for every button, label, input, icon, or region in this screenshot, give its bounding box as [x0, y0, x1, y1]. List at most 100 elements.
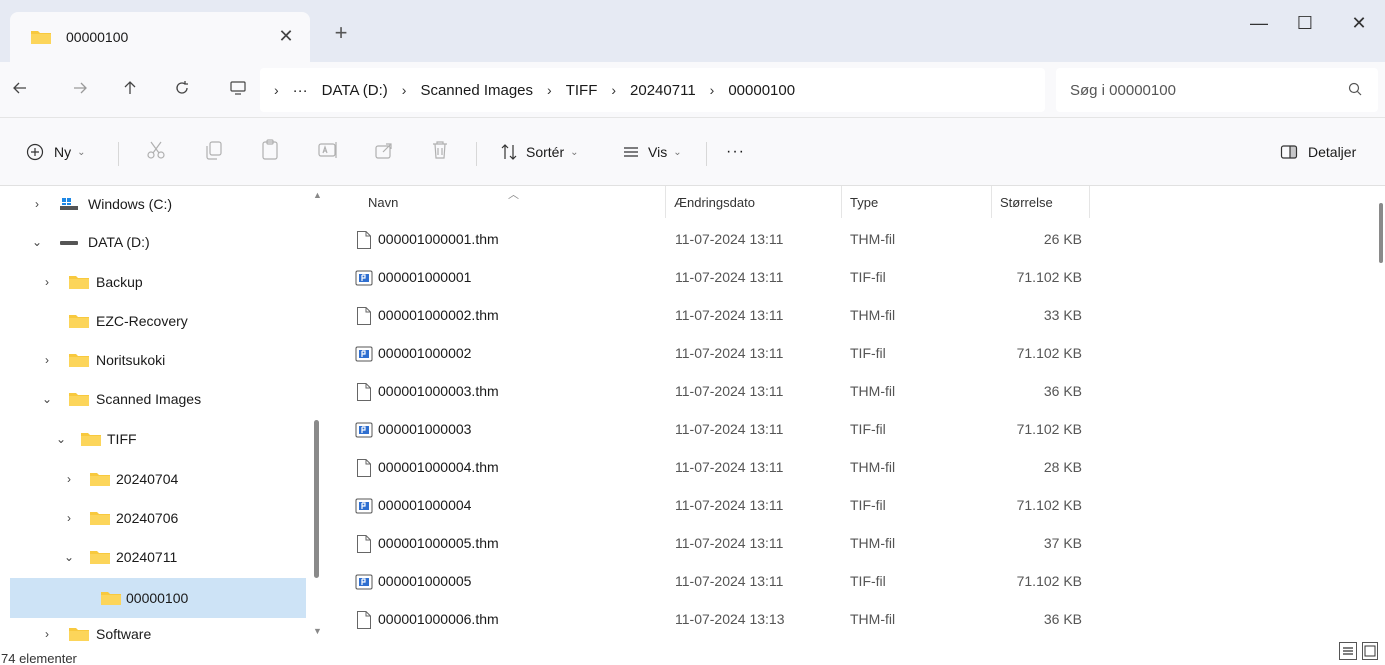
refresh-button[interactable] [166, 75, 198, 105]
maximize-button[interactable]: ☐ [1282, 8, 1328, 38]
chevron-right-icon[interactable]: › [40, 275, 54, 289]
chevron-down-icon[interactable]: ⌄ [40, 392, 54, 406]
details-button[interactable]: Detaljer [1280, 140, 1356, 164]
search-box[interactable] [1056, 68, 1378, 112]
nav-item-20240706[interactable]: › 20240706 [10, 500, 306, 536]
view-button[interactable]: Vis ⌄ [622, 140, 682, 164]
file-date: 11-07-2024 13:11 [675, 421, 784, 437]
arrow-up-icon [124, 81, 136, 94]
table-row[interactable]: 000001000003.thm 11-07-2024 13:11 THM-fi… [330, 373, 1370, 411]
chevron-right-icon[interactable]: › [62, 472, 76, 486]
nav-item-tiff[interactable]: ⌄ TIFF [10, 421, 306, 457]
chevron-down-icon[interactable]: ⌄ [62, 550, 76, 564]
table-row[interactable]: 000001000001 11-07-2024 13:11 TIF-fil 71… [330, 259, 1370, 297]
column-header-label: Navn [368, 194, 399, 210]
delete-icon[interactable] [428, 138, 452, 162]
status-bar: 74 elementer [0, 648, 1385, 665]
up-button[interactable] [114, 75, 146, 105]
nav-item-20240711[interactable]: ⌄ 20240711 [10, 539, 306, 575]
rename-icon[interactable] [316, 138, 340, 162]
nav-item-label: 20240704 [116, 471, 179, 487]
scroll-up-icon[interactable]: ▲ [313, 190, 322, 200]
folder-icon [90, 512, 110, 525]
tab-00000100[interactable]: 00000100 ✕ [10, 12, 310, 62]
file-type: TIF-fil [850, 269, 886, 285]
more-options-button[interactable]: ··· [726, 140, 745, 164]
search-input[interactable] [1070, 81, 1340, 99]
address-bar: › ··· DATA (D:) › Scanned Images › TIFF … [0, 62, 1385, 118]
column-header-date[interactable]: Ændringsdato [666, 186, 842, 218]
table-row[interactable]: 000001000004.thm 11-07-2024 13:11 THM-fi… [330, 449, 1370, 487]
paste-icon[interactable] [258, 138, 282, 162]
file-icon [357, 459, 371, 477]
table-row[interactable]: 000001000002 11-07-2024 13:11 TIF-fil 71… [330, 335, 1370, 373]
table-row[interactable]: 000001000006.thm 11-07-2024 13:13 THM-fi… [330, 601, 1370, 639]
breadcrumb-separator[interactable]: › [611, 82, 616, 98]
chevron-down-icon: ⌄ [77, 146, 86, 158]
folder-icon [69, 393, 89, 406]
breadcrumb-scanned-images[interactable]: Scanned Images [420, 82, 533, 99]
nav-item-20240704[interactable]: › 20240704 [10, 461, 306, 497]
nav-item-label: Backup [96, 274, 143, 290]
file-date: 11-07-2024 13:11 [675, 307, 784, 323]
table-row[interactable]: 000001000002.thm 11-07-2024 13:11 THM-fi… [330, 297, 1370, 335]
chevron-right-icon[interactable]: › [40, 353, 54, 367]
table-row[interactable]: 000001000003 11-07-2024 13:11 TIF-fil 71… [330, 411, 1370, 449]
this-pc-button[interactable] [222, 75, 254, 105]
nav-item-00000100[interactable]: 00000100 [10, 578, 306, 618]
chevron-right-icon[interactable]: › [30, 197, 44, 211]
address-box[interactable]: › ··· DATA (D:) › Scanned Images › TIFF … [260, 68, 1045, 112]
close-window-button[interactable]: ✕ [1336, 8, 1382, 38]
details-view-toggle[interactable] [1339, 642, 1357, 660]
sort-ascending-icon: ︿ [508, 189, 519, 201]
breadcrumb-separator[interactable]: › [547, 82, 552, 98]
chevron-right-icon[interactable]: › [40, 627, 54, 641]
file-list-scrollbar-thumb[interactable] [1379, 203, 1383, 263]
nav-item-scanned-images[interactable]: ⌄ Scanned Images [10, 381, 306, 417]
back-button[interactable] [4, 75, 36, 105]
table-row[interactable]: 000001000005 11-07-2024 13:11 TIF-fil 71… [330, 563, 1370, 601]
tiles-view-icon [1364, 645, 1376, 657]
nav-item-data-d[interactable]: ⌄ DATA (D:) [10, 224, 306, 260]
chevron-down-icon[interactable]: ⌄ [30, 235, 44, 249]
list-view-icon [1343, 647, 1353, 655]
image-icon [355, 270, 373, 286]
breadcrumb-separator[interactable]: › [710, 82, 715, 98]
chevron-down-icon[interactable]: ⌄ [54, 432, 68, 446]
sort-button[interactable]: Sortér ⌄ [500, 140, 579, 164]
table-row[interactable]: 000001000005.thm 11-07-2024 13:11 THM-fi… [330, 525, 1370, 563]
breadcrumb-20240711[interactable]: 20240711 [630, 82, 696, 99]
copy-icon[interactable] [202, 138, 226, 162]
breadcrumb-data-drive[interactable]: DATA (D:) [322, 82, 388, 99]
scroll-down-icon[interactable]: ▼ [313, 626, 322, 636]
table-row[interactable]: 000001000004 11-07-2024 13:11 TIF-fil 71… [330, 487, 1370, 525]
chevron-right-icon[interactable]: › [62, 511, 76, 525]
search-icon[interactable] [1346, 80, 1364, 98]
nav-item-backup[interactable]: › Backup [10, 264, 306, 300]
nav-item-noritsukoki[interactable]: › Noritsukoki [10, 342, 306, 378]
breadcrumb-00000100[interactable]: 00000100 [728, 82, 795, 99]
forward-button[interactable] [64, 75, 96, 105]
cut-icon[interactable] [144, 138, 168, 162]
column-header-type[interactable]: Type [842, 186, 992, 218]
new-button[interactable]: Ny ⌄ [26, 140, 86, 164]
breadcrumb-tiff[interactable]: TIFF [566, 82, 598, 99]
file-date: 11-07-2024 13:11 [675, 459, 784, 475]
new-tab-button[interactable]: + [330, 22, 352, 44]
breadcrumb-separator[interactable]: › [402, 82, 407, 98]
share-icon[interactable] [372, 138, 396, 162]
tab-close-icon[interactable]: ✕ [276, 26, 296, 47]
large-icons-view-toggle[interactable] [1362, 642, 1378, 660]
file-name: 000001000005.thm [378, 535, 499, 551]
breadcrumb-overflow[interactable]: ··· [293, 82, 308, 99]
nav-item-windows-c[interactable]: › Windows (C:) [10, 186, 306, 222]
minimize-button[interactable]: — [1236, 8, 1282, 38]
divider [476, 142, 477, 166]
nav-scrollbar-thumb[interactable] [314, 420, 319, 578]
nav-item-ezc-recovery[interactable]: EZC-Recovery [10, 303, 306, 339]
column-header-size[interactable]: Størrelse [992, 186, 1090, 218]
table-row[interactable]: 000001000001.thm 11-07-2024 13:11 THM-fi… [330, 221, 1370, 259]
nav-item-software[interactable]: › Software [10, 619, 306, 649]
file-size: 33 KB [1043, 307, 1082, 323]
column-header-label: Størrelse [1000, 194, 1053, 210]
